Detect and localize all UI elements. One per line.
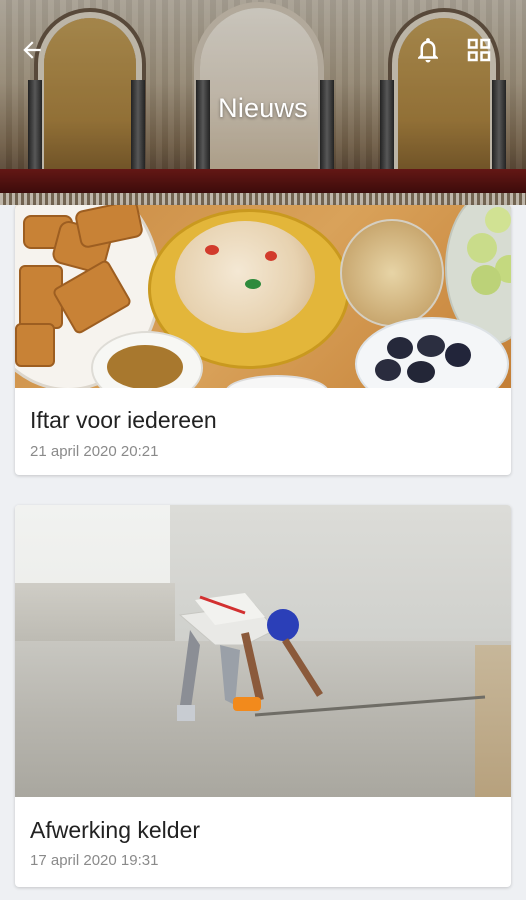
news-image-iftar: [15, 205, 511, 388]
worker-figure: [177, 593, 486, 721]
news-card[interactable]: Iftar voor iedereen 21 april 2020 20:21: [15, 205, 511, 475]
notifications-button[interactable]: [408, 30, 448, 70]
page-title: Nieuws: [218, 93, 308, 123]
news-card[interactable]: Afwerking kelder 17 april 2020 19:31: [15, 505, 511, 887]
apps-button[interactable]: [459, 30, 499, 70]
news-date: 17 april 2020 19:31: [30, 852, 159, 869]
back-button[interactable]: [12, 30, 52, 70]
arrow-left-icon: [23, 41, 41, 59]
news-image-basement: [15, 505, 511, 797]
news-title: Iftar voor iedereen: [30, 407, 217, 433]
news-date: 21 april 2020 20:21: [30, 443, 159, 460]
header-banner: Nieuws: [0, 0, 526, 205]
bell-icon: [418, 38, 438, 63]
grid-icon: [467, 38, 491, 62]
news-title: Afwerking kelder: [30, 817, 201, 843]
